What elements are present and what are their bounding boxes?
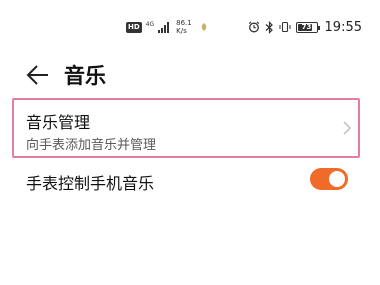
status-bar: HD 4G 86.1 K/s 73 19:55 [0,0,380,54]
status-bar-network: HD 4G 86.1 K/s [126,16,208,38]
arrow-left-icon[interactable] [26,64,50,86]
phone-music-control-label: 手表控制手机音乐 [26,174,155,193]
alarm-icon [248,21,259,33]
net-speed: 86.1 K/s [176,19,192,35]
signal-icon [158,22,170,33]
music-management-item[interactable]: 音乐管理 向手表添加音乐并管理 [12,98,360,158]
bluetooth-icon [265,20,273,34]
battery-icon: 73 [295,21,320,33]
phone-music-control-row: 手表控制手机音乐 [0,164,380,198]
vibrate-icon [279,21,291,33]
battery-level: 73 [301,22,312,31]
leaf-icon [201,23,206,31]
hd-badge: HD [126,21,142,33]
network-type: 4G [145,20,155,28]
net-speed-unit: K/s [176,27,187,35]
toggle-knob [329,171,345,187]
page-header: 音乐 [0,56,380,96]
status-time: 19:55 [324,19,362,35]
music-management-title: 音乐管理 [26,113,91,132]
music-management-subtitle: 向手表添加音乐并管理 [26,138,157,153]
phone-music-control-toggle[interactable] [310,168,348,190]
net-speed-value: 86.1 [176,19,192,27]
status-bar-system: 73 19:55 [248,16,362,38]
page-title: 音乐 [64,64,106,88]
chevron-right-icon [343,121,352,135]
